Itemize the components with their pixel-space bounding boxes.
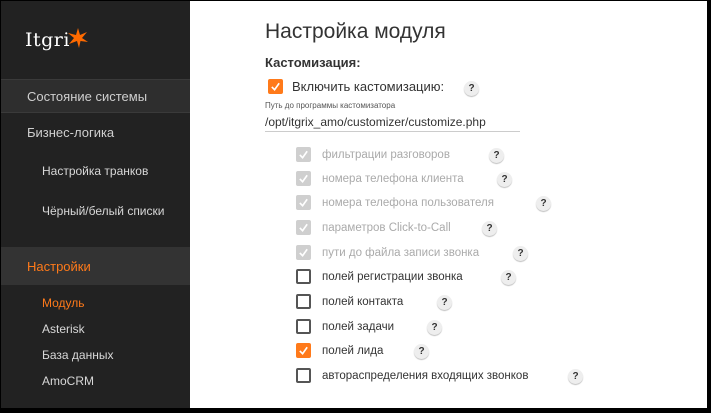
option-row: пути до файла записи звонка [296, 245, 479, 260]
option-label: номера телефона клиента [322, 172, 464, 185]
option-row: фильтрации разговоров [296, 147, 450, 162]
option-row: номера телефона пользователя [296, 195, 494, 210]
help-icon[interactable]: ? [568, 369, 583, 384]
screenshot-frame: Itgri Состояние системы Бизнес-логика На… [0, 0, 711, 413]
option-row: параметров Click-to-Call [296, 220, 451, 235]
option-label: номера телефона пользователя [322, 196, 494, 209]
sidebar-item-business-logic[interactable]: Бизнес-логика [1, 115, 190, 149]
check-icon [299, 174, 308, 183]
help-icon[interactable]: ? [427, 320, 442, 335]
path-label: Путь до программы кастомизатора [265, 101, 396, 110]
option-label: параметров Click-to-Call [322, 221, 451, 234]
check-icon [299, 150, 308, 159]
option-label: полей лида [322, 344, 384, 357]
sidebar-item-database[interactable]: База данных [42, 348, 182, 363]
check-icon [299, 198, 308, 207]
check-icon [271, 82, 280, 91]
option-checkbox [296, 245, 311, 260]
main-content: Настройка модуля Кастомизация: Включить … [190, 1, 707, 408]
option-label: полей контакта [322, 295, 404, 308]
help-icon[interactable]: ? [414, 344, 429, 359]
sidebar-item-amocrm[interactable]: AmoCRM [42, 374, 182, 389]
sidebar: Itgri Состояние системы Бизнес-логика На… [1, 1, 190, 408]
option-checkbox [296, 220, 311, 235]
option-label: автораспределения входящих звонков [322, 369, 529, 382]
sidebar-item-asterisk[interactable]: Asterisk [42, 322, 182, 337]
option-checkbox [296, 147, 311, 162]
enable-customization-row: Включить кастомизацию: [268, 79, 444, 94]
option-checkbox[interactable] [296, 343, 311, 358]
section-label: Кастомизация: [265, 55, 361, 70]
enable-customization-label: Включить кастомизацию: [292, 79, 445, 94]
help-icon[interactable]: ? [489, 148, 504, 163]
option-label: полей регистрации звонка [322, 270, 463, 283]
option-row: полей регистрации звонка [296, 269, 463, 284]
sidebar-item-blacklist[interactable]: Чёрный/белый списки [42, 204, 182, 219]
option-checkbox[interactable] [296, 294, 311, 309]
option-row: автораспределения входящих звонков [296, 368, 528, 383]
option-row: номера телефона клиента [296, 171, 464, 186]
option-checkbox[interactable] [296, 269, 311, 284]
help-icon[interactable]: ? [513, 246, 528, 261]
enable-customization-checkbox[interactable] [268, 79, 283, 94]
option-row: полей лида [296, 343, 383, 358]
option-checkbox [296, 171, 311, 186]
help-icon[interactable]: ? [437, 295, 452, 310]
customizer-path-input[interactable] [265, 112, 520, 132]
help-icon[interactable]: ? [536, 196, 551, 211]
option-label: пути до файла записи звонка [322, 246, 480, 259]
help-icon[interactable]: ? [464, 81, 479, 96]
help-icon[interactable]: ? [482, 221, 497, 236]
option-checkbox [296, 195, 311, 210]
option-label: фильтрации разговоров [322, 148, 450, 161]
option-checkbox[interactable] [296, 319, 311, 334]
sidebar-item-trunks[interactable]: Настройка транков [42, 164, 182, 179]
option-checkbox[interactable] [296, 368, 311, 383]
logo[interactable]: Itgri [25, 25, 90, 55]
help-icon[interactable]: ? [501, 270, 516, 285]
page-title: Настройка модуля [265, 20, 446, 43]
logo-star-icon [66, 26, 90, 50]
check-icon [299, 223, 308, 232]
sidebar-item-module[interactable]: Модуль [42, 296, 182, 311]
help-icon[interactable]: ? [497, 172, 512, 187]
check-icon [299, 346, 308, 355]
option-row: полей контакта [296, 294, 403, 309]
option-row: полей задачи [296, 319, 394, 334]
logo-text: Itgri [25, 29, 70, 51]
check-icon [299, 248, 308, 257]
sidebar-item-status[interactable]: Состояние системы [1, 79, 190, 113]
option-label: полей задачи [322, 320, 395, 333]
sidebar-item-settings[interactable]: Настройки [1, 247, 190, 285]
